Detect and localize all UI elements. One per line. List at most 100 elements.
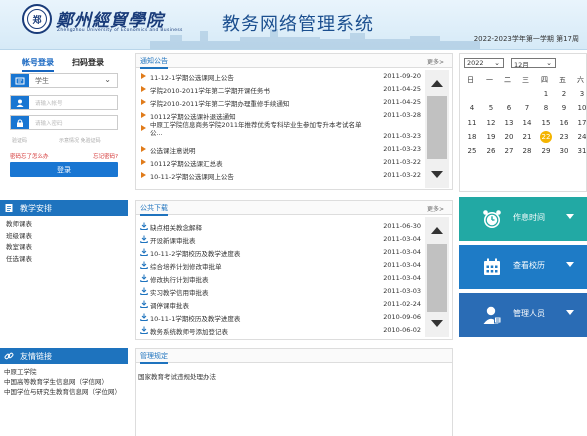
scroll-thumb[interactable] [427,96,447,159]
tab-account-login[interactable]: 帐号登录 [22,57,54,68]
calendar-day[interactable]: 17 [574,119,586,127]
bullet-marker-icon [141,73,146,79]
calendar-day[interactable]: 1 [538,90,554,98]
notice-title[interactable]: 学院2010-2011学年第二学期办理重修手续通知 [150,98,370,108]
notice-title[interactable]: 公选课注意说明 [150,145,370,155]
download-title[interactable]: 缺点相关教念解释 [150,222,370,232]
download-title[interactable]: 实习教学信用审批表 [150,287,370,297]
notice-row[interactable]: 11-12-1学期公选课网上公告 2011-09-20 [139,71,427,84]
download-row[interactable]: 开设新课审批表 2011-03-04 [139,234,427,247]
downloads-scrollbar[interactable] [425,217,449,337]
calendar-day[interactable]: 10 [574,104,586,112]
calendar-day[interactable]: 8 [538,104,554,112]
teaching-item-teacher-schedule[interactable]: 教师课表 [6,219,122,231]
notice-date: 2011-04-25 [383,85,421,93]
year-select[interactable]: 2022 ⌄ [464,58,504,68]
forgot-password-link[interactable]: 忘记密码? [93,152,118,160]
download-row[interactable]: 缺点相关教念解释 2011-06-30 [139,221,427,234]
calendar-day[interactable]: 18 [464,133,480,141]
download-row[interactable]: 调停课审批表 2011-02-24 [139,299,427,312]
download-row[interactable]: 综合培养计划修改审批单 2011-03-04 [139,260,427,273]
friend-link-cdgdc[interactable]: 中国学位与研究生教育信息网（学位网） [4,387,124,397]
calendar-day[interactable]: 20 [501,133,517,141]
calendar-day[interactable]: 21 [519,133,535,141]
captcha-row: 验证码 示意情况 免验证码 [12,137,101,144]
teaching-item-room-schedule[interactable]: 教室课表 [6,242,122,254]
notice-title[interactable]: 10112学期公选课汇总表 [150,158,370,168]
download-row[interactable]: 修改执行计划审批表 2011-03-04 [139,273,427,286]
teaching-item-class-schedule[interactable]: 班级课表 [6,231,122,243]
calendar-day[interactable]: 11 [464,119,480,127]
calendar-day[interactable]: 14 [519,119,535,127]
calendar-day[interactable]: 25 [464,147,480,155]
calendar-day[interactable]: 4 [464,104,480,112]
calendar-widget: 2022 ⌄ 12月 ⌄ 日一二三四五六 1 2 3 4 5 6 7 8 9 10 11 12 13 14 1… [459,53,587,192]
calendar-day[interactable]: 26 [483,147,499,155]
notice-row[interactable]: 10112学期公选课汇总表 2011-03-22 [139,157,427,170]
notice-row[interactable]: 学院2010-2011学年第二学期开课任务书 2011-04-25 [139,84,427,97]
scroll-down-arrow-icon[interactable] [431,320,443,327]
tile-administrators[interactable]: 管理人员 [459,293,587,337]
calendar-day[interactable]: 27 [501,147,517,155]
notice-row[interactable]: 10-11-2学期公选课网上公告 2011-03-22 [139,170,427,183]
download-title[interactable]: 10-11-2学期校历及教学进度表 [150,248,370,258]
username-field[interactable]: 请输入帐号 [10,95,118,110]
role-select[interactable]: 学生 ⌄ [10,73,118,88]
calendar-day[interactable]: 15 [538,119,554,127]
calendar-day[interactable]: 24 [574,133,586,141]
calendar-day[interactable]: 12 [483,119,499,127]
notice-title[interactable]: 10112学期公选课补退选通知 [150,111,370,121]
download-title[interactable]: 调停课审批表 [150,300,370,310]
calendar-day[interactable]: 28 [519,147,535,155]
notice-title[interactable]: 11-12-1学期公选课网上公告 [150,72,370,82]
scroll-down-arrow-icon[interactable] [431,171,443,178]
notice-title[interactable]: 中原工学院信息商务学院2011年推荐优秀专科毕业生参加专升本考试名单公... [150,121,370,141]
notice-title[interactable]: 学院2010-2011学年第二学期开课任务书 [150,85,370,95]
notices-scrollbar[interactable] [425,70,449,188]
tab-qr-login[interactable]: 扫码登录 [72,57,104,68]
download-row[interactable]: 实习教学信用审批表 2011-03-03 [139,286,427,299]
password-field[interactable]: 请输入密码 [10,115,118,130]
calendar-day[interactable]: 2 [556,90,572,98]
notices-more-link[interactable]: 更多> [427,57,444,66]
download-title[interactable]: 开设新课审批表 [150,235,370,245]
download-row[interactable]: 教务系统教师号添加登记表 2010-06-02 [139,325,427,338]
forgot-password-help-link[interactable]: 密码忘了怎么办 [10,152,49,160]
tile-view-calendar[interactable]: 查看校历 [459,245,587,289]
calendar-day[interactable]: 7 [519,104,535,112]
download-title[interactable]: 10-11-1学期校历及教学进度表 [150,313,370,323]
friend-link-zyut[interactable]: 中原工学院 [4,367,124,377]
month-select[interactable]: 12月 ⌄ [511,58,556,69]
calendar-day[interactable]: 29 [538,147,554,155]
calendar-day[interactable]: 23 [556,133,572,141]
download-title[interactable]: 修改执行计划审批表 [150,274,370,284]
download-row[interactable]: 10-11-1学期校历及教学进度表 2010-09-06 [139,312,427,325]
calendar-day[interactable]: 9 [556,104,572,112]
notice-title[interactable]: 10-11-2学期公选课网上公告 [150,171,370,181]
login-button[interactable]: 登录 [10,162,118,177]
calendar-day[interactable]: 16 [556,119,572,127]
notice-row[interactable]: 学院2010-2011学年第二学期办理重修手续通知 2011-04-25 [139,97,427,110]
calendar-day[interactable]: 5 [483,104,499,112]
calendar-day[interactable]: 19 [483,133,499,141]
notice-row[interactable]: 公选课注意说明 2011-03-23 [139,144,427,157]
download-row[interactable]: 10-11-2学期校历及教学进度表 2011-03-04 [139,247,427,260]
calendar-day[interactable]: 3 [574,90,586,98]
tile-schedule-time[interactable]: 作息时间 [459,197,587,241]
calendar-day[interactable]: 31 [574,147,586,155]
teaching-item-elective-schedule[interactable]: 任选课表 [6,254,122,266]
download-title[interactable]: 教务系统教师号添加登记表 [150,326,370,336]
bullet-marker-icon [141,86,146,92]
calendar-day[interactable]: 13 [501,119,517,127]
download-title[interactable]: 综合培养计划修改审批单 [150,261,370,271]
scroll-thumb[interactable] [427,244,447,312]
calendar-day[interactable]: 30 [556,147,572,155]
downloads-more-link[interactable]: 更多> [427,204,444,213]
notice-row[interactable]: 中原工学院信息商务学院2011年推荐优秀专科毕业生参加专升本考试名单公... 20… [139,121,427,144]
scroll-up-arrow-icon[interactable] [431,80,443,87]
calendar-day[interactable]: 6 [501,104,517,112]
calendar-day-today[interactable]: 22 [540,131,552,143]
regulation-item[interactable]: 国家教育考试违规处理办法 [138,371,216,381]
friend-link-chsi[interactable]: 中国高等教育学生信息网（学信网） [4,377,124,387]
scroll-up-arrow-icon[interactable] [431,227,443,234]
